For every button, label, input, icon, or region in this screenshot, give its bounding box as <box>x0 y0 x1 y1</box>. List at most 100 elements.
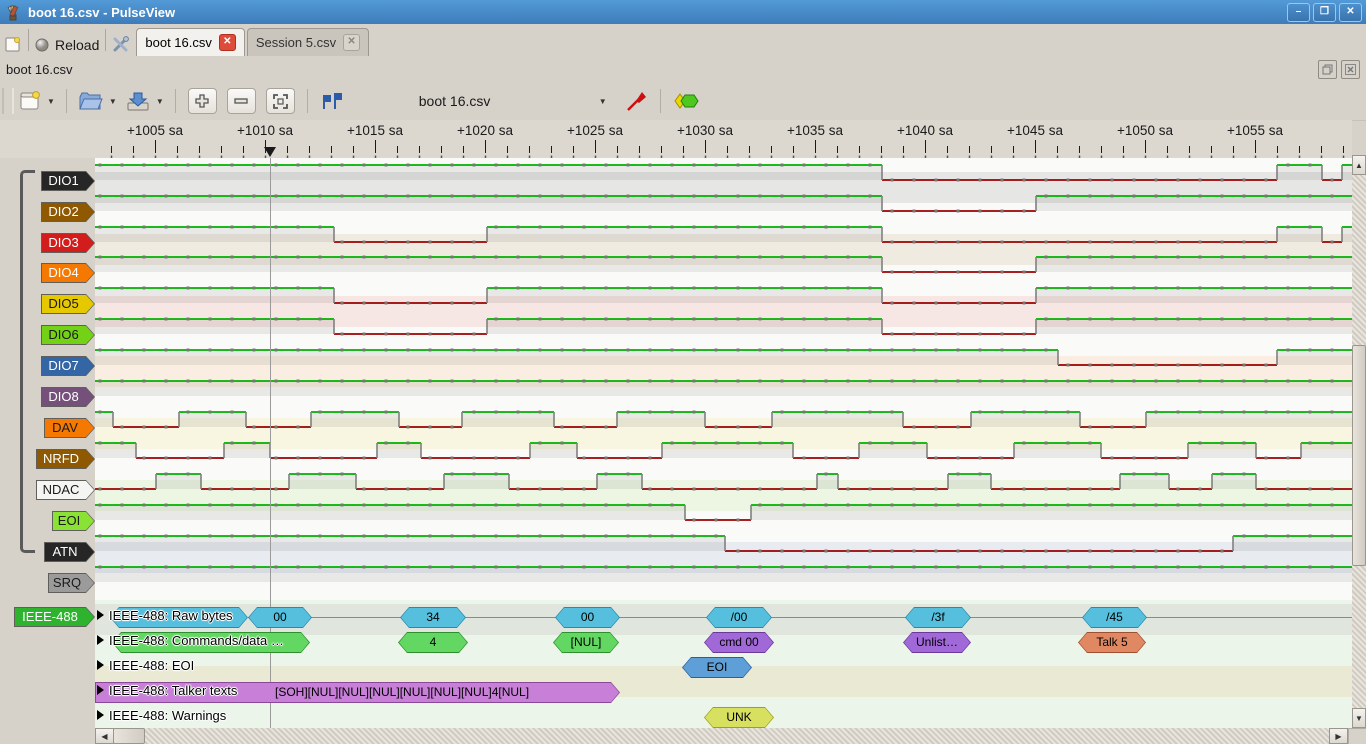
reload-button[interactable]: Reload <box>35 37 99 53</box>
open-file-button[interactable]: ▼ <box>74 87 121 115</box>
expand-arrow-icon[interactable] <box>97 685 104 695</box>
channel-tag-dio6[interactable]: DIO6 <box>41 325 95 345</box>
decoder-row-label[interactable]: IEEE-488: Warnings <box>97 708 226 723</box>
cursor-flags-icon <box>319 89 345 113</box>
scroll-down-icon[interactable]: ▼ <box>1352 708 1366 728</box>
ruler-ticks: +1005 sa+1010 sa+1015 sa+1020 sa+1025 sa… <box>0 120 1352 158</box>
reload-icon <box>35 38 49 52</box>
wrench-icon <box>112 35 130 53</box>
open-folder-icon <box>78 89 104 113</box>
tab-boot16[interactable]: boot 16.csv ✕ <box>136 28 245 56</box>
channel-tag-dio1[interactable]: DIO1 <box>41 171 95 191</box>
decoder-annotation[interactable]: UNK <box>704 707 774 728</box>
decoder-annotation[interactable]: 34 <box>400 607 466 628</box>
toolbar-handle[interactable] <box>2 88 14 114</box>
decoder-annotation[interactable]: EOI <box>682 657 752 678</box>
scroll-up-icon[interactable]: ▲ <box>1352 155 1366 175</box>
decoder-row-label[interactable]: IEEE-488: Commands/data … <box>97 633 284 648</box>
decoder-annotation[interactable]: Talk 5 <box>1078 632 1146 653</box>
vertical-scrollbar[interactable]: ▲ ▼ <box>1352 155 1366 728</box>
channel-tag-dio7[interactable]: DIO7 <box>41 356 95 376</box>
separator <box>66 89 67 113</box>
tab-label: Session 5.csv <box>256 35 336 50</box>
ruler-label: +1005 sa <box>127 123 183 138</box>
channel-group-bracket[interactable] <box>20 170 35 553</box>
float-view-button[interactable] <box>1318 60 1337 79</box>
channel-label-panel: DIO1 DIO2 DIO3 DIO4 DIO5 <box>0 158 95 744</box>
zoom-out-button[interactable] <box>227 88 256 114</box>
decoder-annotation[interactable]: /3f <box>905 607 971 628</box>
channel-tag-dio2[interactable]: DIO2 <box>41 202 95 222</box>
show-cursors-button[interactable] <box>315 87 349 115</box>
channel-tag-eoi[interactable]: EOI <box>52 511 95 531</box>
save-file-button[interactable]: ▼ <box>121 87 168 115</box>
app-icon <box>4 3 22 21</box>
zoom-fit-button[interactable] <box>266 88 295 114</box>
tab-close-icon[interactable]: ✕ <box>219 34 236 51</box>
decoder-annotation[interactable]: [NUL] <box>553 632 619 653</box>
close-view-button[interactable] <box>1341 60 1360 79</box>
minimize-button[interactable]: – <box>1287 3 1310 22</box>
zoom-out-icon <box>234 94 248 108</box>
settings-button[interactable] <box>112 35 130 53</box>
view-title-bar[interactable]: boot 16.csv <box>0 56 1366 83</box>
expand-arrow-icon[interactable] <box>97 710 104 720</box>
decoder-annotation[interactable]: 4 <box>398 632 468 653</box>
channel-tag-dav[interactable]: DAV <box>44 418 95 438</box>
zoom-in-button[interactable] <box>188 88 217 114</box>
dropdown-arrow-icon: ▼ <box>156 97 164 106</box>
channel-tag-srq[interactable]: SRQ <box>48 573 95 593</box>
channel-tag-nrfd[interactable]: NRFD <box>36 449 95 469</box>
scrollbar-corner <box>1348 728 1366 744</box>
view-title: boot 16.csv <box>6 62 73 77</box>
close-button[interactable]: ✕ <box>1339 3 1362 22</box>
ruler-label: +1045 sa <box>1007 123 1063 138</box>
save-icon <box>125 89 151 113</box>
channel-tag-atn[interactable]: ATN <box>44 542 95 562</box>
horizontal-scrollbar[interactable]: ◀ ▶ <box>95 728 1348 744</box>
channel-tag-dio4[interactable]: DIO4 <box>41 263 95 283</box>
ruler-label: +1030 sa <box>677 123 733 138</box>
scroll-right-icon[interactable]: ▶ <box>1329 728 1348 744</box>
trace-view[interactable]: 00 34 00 /00 <box>95 158 1352 728</box>
channel-tag-dio3[interactable]: DIO3 <box>41 233 95 253</box>
window-title: boot 16.csv - PulseView <box>28 5 175 20</box>
ruler-label: +1025 sa <box>567 123 623 138</box>
decoder-annotation[interactable]: /00 <box>706 607 772 628</box>
decoder-annotation[interactable]: 00 <box>248 607 312 628</box>
session-tab-bar: Reload boot 16.csv ✕ Session 5.csv ✕ <box>0 24 1366 57</box>
separator <box>307 89 308 113</box>
scroll-left-icon[interactable]: ◀ <box>95 728 114 744</box>
add-decoder-button[interactable] <box>668 87 704 115</box>
expand-arrow-icon[interactable] <box>97 635 104 645</box>
decoder-annotation[interactable]: /45 <box>1082 607 1147 628</box>
time-ruler[interactable]: +1005 sa+1010 sa+1015 sa+1020 sa+1025 sa… <box>0 120 1352 158</box>
channel-tag-dio8[interactable]: DIO8 <box>41 387 95 407</box>
horizontal-scroll-thumb[interactable] <box>113 728 145 744</box>
decoder-row-label[interactable]: IEEE-488: EOI <box>97 658 194 673</box>
decoder-row-label[interactable]: IEEE-488: Talker texts <box>97 683 237 698</box>
probe-setup-button[interactable] <box>621 87 653 115</box>
new-session-button[interactable]: ▼ <box>14 87 59 115</box>
maximize-button[interactable]: ❐ <box>1313 3 1336 22</box>
vertical-scroll-thumb[interactable] <box>1352 345 1366 566</box>
channel-tag-dio5[interactable]: DIO5 <box>41 294 95 314</box>
expand-arrow-icon[interactable] <box>97 610 104 620</box>
expand-arrow-icon[interactable] <box>97 660 104 670</box>
session-select[interactable]: boot 16.csv ▼ <box>419 93 607 109</box>
main-toolbar: ▼ ▼ ▼ <box>0 82 1366 121</box>
channel-tag-ieee-488[interactable]: IEEE-488 <box>14 607 95 627</box>
new-view-button[interactable] <box>5 36 22 53</box>
decoder-annotation[interactable]: Unlist… <box>903 632 971 653</box>
decoder-annotation[interactable]: cmd 00 <box>704 632 774 653</box>
tab-session5[interactable]: Session 5.csv ✕ <box>247 28 369 56</box>
title-bar[interactable]: boot 16.csv - PulseView – ❐ ✕ <box>0 0 1366 24</box>
separator <box>175 89 176 113</box>
tab-close-icon[interactable]: ✕ <box>343 34 360 51</box>
decoder-row-label[interactable]: IEEE-488: Raw bytes <box>97 608 233 623</box>
zoom-fit-icon <box>273 94 288 109</box>
channel-tag-ndac[interactable]: NDAC <box>36 480 95 500</box>
ruler-label: +1010 sa <box>237 123 293 138</box>
separator <box>660 89 661 113</box>
decoder-annotation[interactable]: 00 <box>555 607 620 628</box>
